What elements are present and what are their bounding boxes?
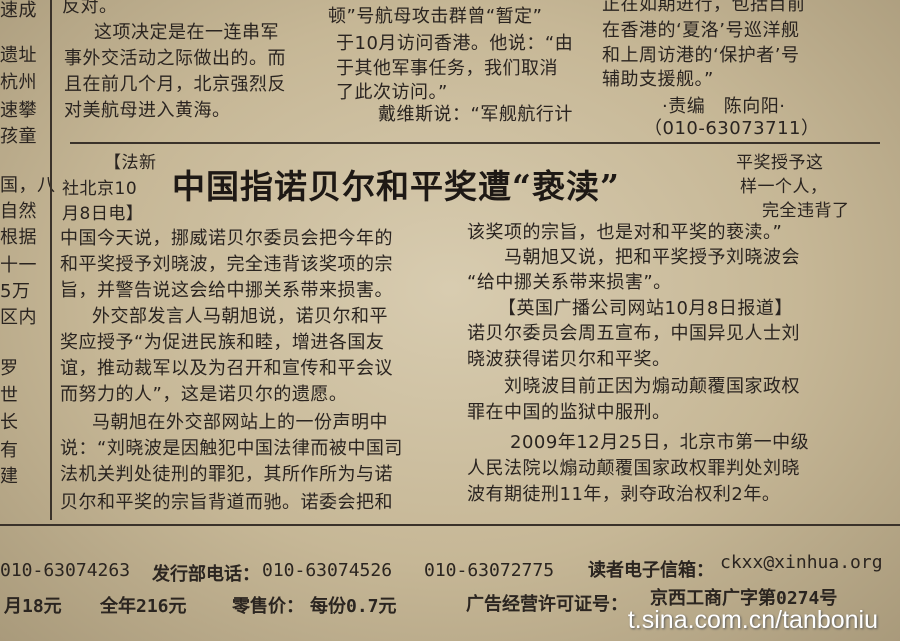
- side-quote-line: 平奖授予这: [736, 153, 824, 173]
- article-text-line: 马朝旭在外交部网站上的一份声明中: [92, 412, 388, 433]
- article-dateline: 【法新: [104, 153, 157, 173]
- section-rule: [70, 142, 880, 144]
- phone-number: 010-63074526: [262, 560, 393, 581]
- article-dateline: 社北京10: [62, 179, 138, 199]
- article-text-line: 晓波获得诺贝尔和平奖。: [467, 349, 671, 370]
- article-text-line: 人民法院以煽动颠覆国家政权罪判处刘晓: [467, 458, 800, 479]
- article-headline: 中国指诺贝尔和平奖遭“亵渎”: [172, 167, 620, 206]
- top-col3-line: 正在如期进行，包括目前: [602, 0, 806, 15]
- side-quote-line: 完全违背了: [762, 201, 850, 221]
- retail-price: 每份0.7元: [310, 596, 397, 617]
- article-text-line: 奖应授予“为促进民族和睦，增进各国友: [60, 332, 385, 353]
- top-col3-line: 在香港的‘夏洛’号巡洋舰: [602, 20, 800, 41]
- left-strip-text: 建: [0, 466, 19, 487]
- top-col3-line: 辅助支援舰。”: [602, 69, 714, 90]
- article-text-line: 谊，推动裁军以及为召开和宣传和平会议: [60, 358, 393, 379]
- phone-number: 010-63072775: [424, 560, 555, 581]
- distribution-label: 发行部电话：: [152, 564, 260, 585]
- reader-email: ckxx@xinhua.org: [720, 552, 883, 573]
- email-label: 读者电子信箱：: [588, 560, 714, 581]
- bbc-source-line: 【英国广播公司网站10月8日报道】: [498, 298, 793, 319]
- left-strip-text: 区内: [0, 307, 37, 328]
- phone-number: 010-63074263: [0, 560, 131, 581]
- article-text-line: 中国今天说，挪威诺贝尔委员会把今年的: [60, 228, 393, 249]
- left-strip-text: 自然: [0, 201, 37, 222]
- article-text-line: 马朝旭又说，把和平奖授予刘晓波会: [504, 247, 800, 268]
- top-col1-line: 事外交活动之际做出的。而: [64, 48, 286, 69]
- article-text-line: 刘晓波目前正因为煽动颠覆国家政权: [504, 376, 800, 397]
- article-text-line: 波有期徒刑11年，剥夺政治权利2年。: [467, 484, 781, 505]
- top-col3-line: 和上周访港的‘保护者’号: [602, 45, 800, 66]
- article-text-line: 说：“刘晓波是因触犯中国法律而被中国司: [60, 438, 403, 459]
- top-col2-line: 了此次访问。”: [336, 82, 448, 103]
- top-col2-line: 顿”号航母攻击群曾“暂定”: [328, 6, 543, 27]
- top-col1-line: 反对。: [62, 0, 118, 17]
- top-col2-line: 于10月访问香港。他说：“由: [336, 33, 574, 54]
- article-text-line: 旨，并警告说这会给中挪关系带来损害。: [60, 280, 393, 301]
- left-strip-text: 5万: [0, 281, 31, 302]
- editor-credit: ·责编 陈向阳·: [662, 96, 786, 117]
- monthly-price: 月18元: [4, 596, 62, 617]
- left-strip-text: 根据: [0, 227, 37, 248]
- ad-license-label: 广告经营许可证号：: [466, 594, 628, 615]
- top-col1-line: 这项决定是在一连串军: [94, 22, 279, 43]
- left-strip-text: 十一: [0, 255, 37, 276]
- left-strip-text: 罗: [0, 358, 19, 379]
- article-text-line: 诺贝尔委员会周五宣布，中国异见人士刘: [467, 323, 800, 344]
- left-strip-text: 遗址: [0, 45, 37, 66]
- left-strip-text: 速攀: [0, 100, 37, 121]
- left-strip-text: 长: [0, 412, 19, 433]
- sina-watermark: t.sina.com.cn/tanboniu: [627, 606, 878, 634]
- article-text-line: “给中挪关系带来损害”。: [467, 272, 672, 293]
- left-strip-text: 世: [0, 385, 19, 406]
- article-text-line: 法机关判处徒刑的罪犯，其所作所为与诺: [60, 464, 393, 485]
- newspaper-page: 速成 遗址 杭州 速攀 孩童 国，八 自然 根据 十一 5万 区内 罗 世 长 …: [0, 0, 900, 641]
- article-text-line: 2009年12月25日，北京市第一中级: [510, 432, 810, 453]
- article-text-line: 和平奖授予刘晓波，完全违背该奖项的宗: [60, 254, 393, 275]
- column-divider: [50, 0, 52, 520]
- left-strip-text: 有: [0, 440, 19, 461]
- left-strip-text: 孩童: [0, 126, 37, 147]
- footer-rule: [0, 524, 900, 526]
- article-text-line: 罪在中国的监狱中服刑。: [467, 402, 671, 423]
- left-strip-text: 速成: [0, 0, 37, 21]
- editor-phone: （010-63073711）: [644, 118, 820, 139]
- annual-price: 全年216元: [100, 596, 187, 617]
- top-col2-line: 戴维斯说：“军舰航行计: [378, 104, 573, 125]
- side-quote-line: 样一个人，: [740, 177, 828, 197]
- left-strip-text: 杭州: [0, 72, 37, 93]
- top-col2-line: 于其他军事任务，我们取消: [336, 58, 558, 79]
- article-text-line: 外交部发言人马朝旭说，诺贝尔和平: [92, 306, 388, 327]
- retail-price-label: 零售价：: [232, 596, 304, 617]
- article-text-line: 贝尔和平奖的宗旨背道而驰。诺委会把和: [60, 492, 393, 513]
- top-col1-line: 且在前几个月，北京强烈反: [64, 74, 286, 95]
- article-text-line: 该奖项的宗旨，也是对和平奖的亵渎。”: [467, 222, 783, 243]
- left-strip-text: 国，八: [0, 175, 56, 196]
- top-col1-line: 对美航母进入黄海。: [64, 100, 231, 121]
- article-dateline: 月8日电】: [62, 204, 144, 224]
- article-text-line: 而努力的人”，这是诺贝尔的遗愿。: [60, 384, 348, 405]
